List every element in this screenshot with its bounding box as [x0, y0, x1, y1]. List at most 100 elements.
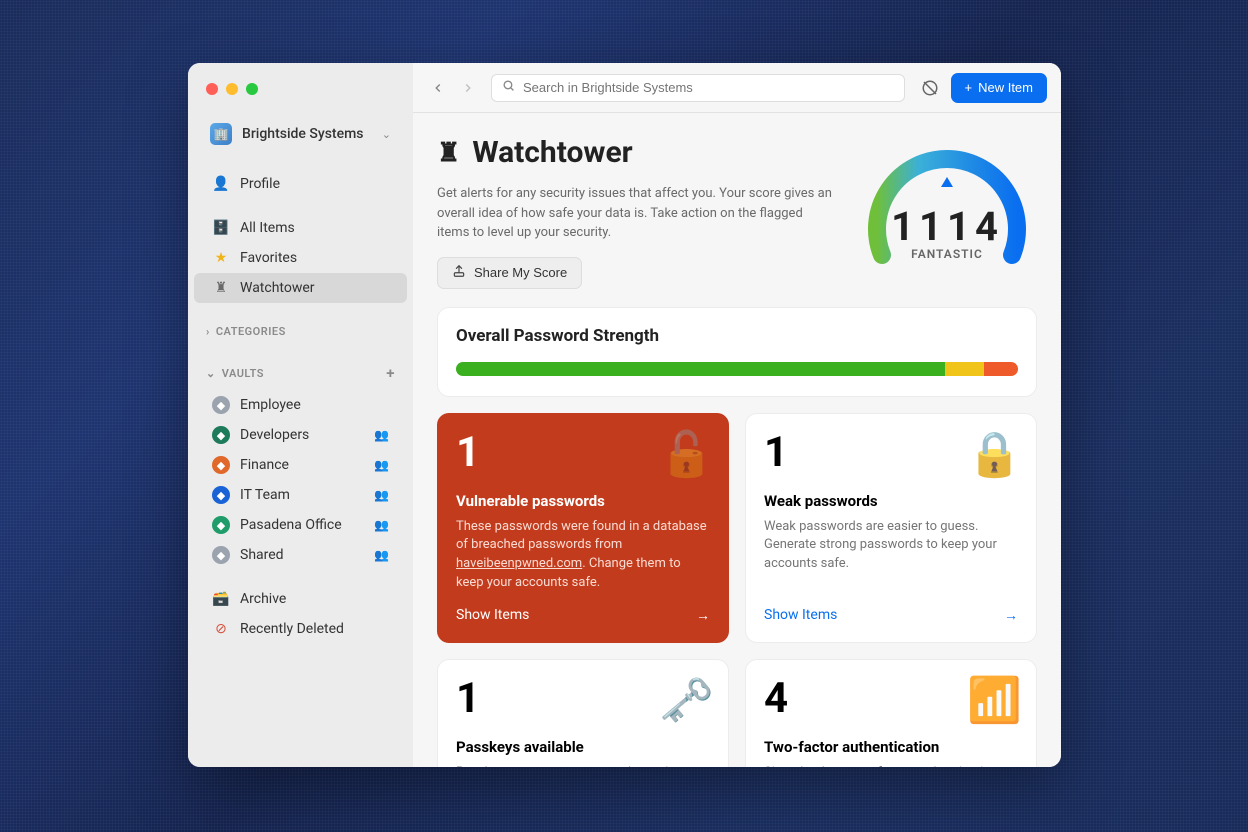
- show-items-button[interactable]: Show Items →: [764, 593, 1018, 624]
- weak-lock-icon: 🔒: [967, 428, 1022, 480]
- action-label: Show Items: [456, 607, 529, 623]
- chevron-right-icon: ›: [206, 325, 210, 338]
- forward-button[interactable]: [455, 75, 481, 101]
- new-item-label: New Item: [978, 80, 1033, 95]
- drawer-icon: 🗄️: [212, 220, 230, 236]
- vault-icon: ◆: [212, 486, 230, 504]
- show-items-button[interactable]: Show Items →: [456, 593, 710, 624]
- vaults-label: VAULTS: [222, 367, 264, 380]
- close-window-button[interactable]: [206, 83, 218, 95]
- score-value: 1114: [857, 203, 1037, 250]
- strength-title: Overall Password Strength: [456, 326, 1018, 346]
- sidebar-vault-pasadena-office[interactable]: ◆ Pasadena Office 👥: [194, 510, 407, 540]
- card-weak-passwords[interactable]: 🔒 1 Weak passwords Weak passwords are ea…: [745, 413, 1037, 643]
- action-label: Show Items: [764, 607, 837, 623]
- card-title: Weak passwords: [764, 492, 1018, 510]
- sidebar-item-archive[interactable]: 🗃️ Archive: [194, 584, 407, 614]
- vaults-header[interactable]: ⌄ VAULTS +: [188, 356, 413, 390]
- plus-icon: +: [965, 80, 973, 95]
- search-field[interactable]: [491, 74, 905, 102]
- sidebar-item-label: All Items: [240, 220, 295, 236]
- share-score-button[interactable]: Share My Score: [437, 257, 582, 289]
- main-panel: + New Item ♜ Watchtower Get alerts for a…: [413, 63, 1061, 767]
- shared-icon: 👥: [374, 428, 389, 442]
- trash-icon: ⊘: [212, 621, 230, 637]
- vault-label: Employee: [240, 397, 301, 413]
- fullscreen-window-button[interactable]: [246, 83, 258, 95]
- new-item-button[interactable]: + New Item: [951, 73, 1048, 103]
- window-controls: [188, 83, 413, 95]
- star-icon: ★: [212, 250, 230, 266]
- hibp-link[interactable]: haveibeenpwned.com: [456, 556, 582, 571]
- tower-icon: ♜: [437, 138, 460, 168]
- vault-icon: ◆: [212, 456, 230, 474]
- passkey-icon: 🗝️: [659, 674, 714, 726]
- sidebar-item-watchtower[interactable]: ♜ Watchtower: [194, 273, 407, 303]
- tower-icon: ♜: [212, 280, 230, 296]
- strength-bar: [456, 362, 1018, 376]
- privacy-icon[interactable]: [915, 79, 945, 97]
- score-label: FANTASTIC: [857, 247, 1037, 261]
- vault-label: IT Team: [240, 487, 290, 503]
- sidebar-item-label: Profile: [240, 176, 280, 192]
- page-title: ♜ Watchtower: [437, 135, 837, 170]
- share-label: Share My Score: [474, 265, 567, 280]
- sidebar-vault-employee[interactable]: ◆ Employee: [194, 390, 407, 420]
- vault-label: Pasadena Office: [240, 517, 342, 533]
- share-icon: [452, 264, 466, 281]
- card-vulnerable-passwords[interactable]: 🔓 1 Vulnerable passwords These passwords…: [437, 413, 729, 643]
- card-title: Two-factor authentication: [764, 738, 1018, 756]
- archive-icon: 🗃️: [212, 591, 230, 607]
- vault-icon: ◆: [212, 396, 230, 414]
- sidebar-item-profile[interactable]: 👤 Profile: [194, 169, 407, 199]
- categories-header[interactable]: › CATEGORIES: [188, 317, 413, 346]
- arrow-right-icon: →: [1004, 607, 1018, 624]
- card-description: Passkeys are a more secure alternative t…: [456, 764, 710, 767]
- account-switcher[interactable]: 🏢 Brightside Systems ⌄: [194, 117, 407, 151]
- account-icon: 🏢: [210, 123, 232, 145]
- sidebar-vault-finance[interactable]: ◆ Finance 👥: [194, 450, 407, 480]
- shared-icon: 👥: [374, 548, 389, 562]
- back-button[interactable]: [425, 75, 451, 101]
- shared-icon: 👥: [374, 488, 389, 502]
- sidebar-vault-it-team[interactable]: ◆ IT Team 👥: [194, 480, 407, 510]
- minimize-window-button[interactable]: [226, 83, 238, 95]
- sidebar-item-all-items[interactable]: 🗄️ All Items: [194, 213, 407, 243]
- vault-icon: ◆: [212, 516, 230, 534]
- card-title: Passkeys available: [456, 738, 710, 756]
- card-description: Sites that have two-factor authenticatio…: [764, 764, 1018, 767]
- search-input[interactable]: [523, 80, 894, 95]
- strength-segment-strong: [456, 362, 945, 376]
- sidebar-item-label: Recently Deleted: [240, 621, 344, 637]
- arrow-right-icon: →: [696, 607, 710, 624]
- chevron-down-icon: ⌄: [382, 128, 391, 141]
- app-window: 🏢 Brightside Systems ⌄ 👤 Profile 🗄️ All …: [188, 63, 1061, 767]
- vault-label: Finance: [240, 457, 289, 473]
- strength-segment-medium: [945, 362, 984, 376]
- vault-icon: ◆: [212, 426, 230, 444]
- sidebar-item-recently-deleted[interactable]: ⊘ Recently Deleted: [194, 614, 407, 644]
- sidebar-vault-shared[interactable]: ◆ Shared 👥: [194, 540, 407, 570]
- card-description: Weak passwords are easier to guess. Gene…: [764, 518, 1018, 575]
- vault-label: Shared: [240, 547, 284, 563]
- account-name: Brightside Systems: [242, 126, 363, 142]
- page-title-text: Watchtower: [472, 135, 632, 170]
- categories-label: CATEGORIES: [216, 325, 286, 338]
- vault-icon: ◆: [212, 546, 230, 564]
- card-passkeys-available[interactable]: 🗝️ 1 Passkeys available Passkeys are a m…: [437, 659, 729, 767]
- toolbar: + New Item: [413, 63, 1061, 113]
- content-area: ♜ Watchtower Get alerts for any security…: [413, 113, 1061, 767]
- unlock-alert-icon: 🔓: [659, 428, 714, 480]
- sidebar-item-label: Archive: [240, 591, 286, 607]
- strength-segment-weak: [984, 362, 1018, 376]
- page-description: Get alerts for any security issues that …: [437, 184, 837, 243]
- chevron-down-icon: ⌄: [206, 367, 216, 380]
- shared-icon: 👥: [374, 458, 389, 472]
- sidebar-item-favorites[interactable]: ★ Favorites: [194, 243, 407, 273]
- person-icon: 👤: [212, 176, 230, 192]
- card-two-factor-auth[interactable]: 📶 4 Two-factor authentication Sites that…: [745, 659, 1037, 767]
- add-vault-button[interactable]: +: [386, 364, 395, 382]
- sidebar: 🏢 Brightside Systems ⌄ 👤 Profile 🗄️ All …: [188, 63, 413, 767]
- sidebar-vault-developers[interactable]: ◆ Developers 👥: [194, 420, 407, 450]
- sidebar-item-label: Watchtower: [240, 280, 315, 296]
